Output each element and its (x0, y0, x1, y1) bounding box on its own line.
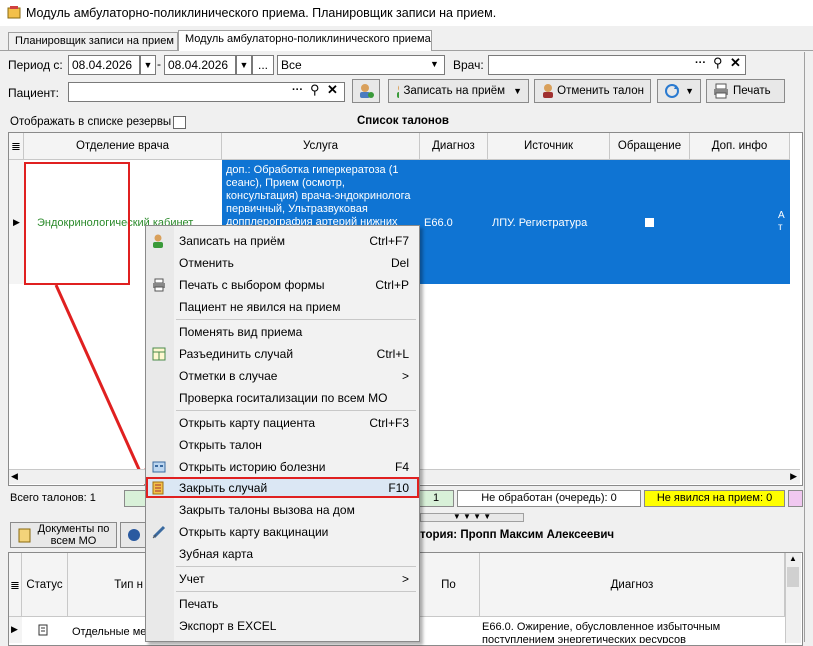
splitter-handle[interactable]: ▼ ▼ ▼ ▼ (420, 513, 524, 522)
menu-item-export-excel[interactable]: Экспорт в EXCEL (146, 615, 419, 637)
menu-label: Экспорт в EXCEL (179, 619, 277, 633)
menu-shortcut: F10 (388, 481, 409, 495)
menu-label: Отметки в случае (179, 369, 278, 383)
printer-icon (153, 278, 165, 292)
submenu-arrow-icon: > (401, 369, 409, 383)
total-tickets: Всего талонов: 1 (10, 492, 96, 504)
menu-label: Закрыть талоны вызова на дом (179, 503, 355, 517)
menu-label: Открыть карту вакцинации (179, 525, 329, 539)
menu-item-change-type[interactable]: Поменять вид приема (146, 321, 419, 343)
menu-item-no-show[interactable]: Пациент не явился на прием (146, 296, 419, 318)
menu-label: Учет (179, 572, 205, 586)
menu-label: Отменить (179, 256, 234, 270)
scroll-left-icon[interactable]: ◀ (11, 471, 18, 482)
menu-label: Открыть карту пациента (179, 416, 316, 430)
menu-label: Проверка госитализации по всем МО (179, 391, 388, 405)
history-row-pointer-icon: ▶ (11, 624, 18, 634)
scroll-thumb[interactable] (787, 567, 799, 587)
menu-item-open-patient-card[interactable]: Открыть карту пациента Ctrl+F3 (146, 412, 419, 434)
menu-label: Пациент не явился на прием (179, 300, 341, 314)
menu-label: Записать на приём (179, 234, 286, 248)
menu-label: Зубная карта (179, 547, 254, 561)
menu-separator (176, 591, 416, 592)
globe-icon (128, 529, 140, 541)
menu-separator (176, 566, 416, 567)
menu-item-case-marks[interactable]: Отметки в случае > (146, 365, 419, 387)
menu-shortcut: Ctrl+P (375, 278, 409, 292)
menu-item-open-history[interactable]: Открыть историю болезни F4 (146, 456, 419, 478)
menu-item-cancel[interactable]: Отменить Del (146, 252, 419, 274)
context-menu: Записать на приём Ctrl+F7 Отменить Del П… (145, 225, 420, 642)
menu-label: Разъединить случай (179, 347, 294, 361)
menu-item-close-home-visits[interactable]: Закрыть талоны вызова на дом (146, 499, 419, 521)
history-title: тория: Пропп Максим Алексеевич (420, 529, 615, 541)
menu-label: Печать с выбором формы (179, 278, 325, 292)
menu-item-hospitalization-check[interactable]: Проверка госитализации по всем МО (146, 387, 419, 409)
menu-label: Закрыть случай (179, 481, 268, 495)
status-purple-cell (788, 490, 803, 507)
menu-item-accounting[interactable]: Учет > (146, 568, 419, 590)
menu-label: Поменять вид приема (179, 325, 303, 339)
status-count: 1 (418, 490, 454, 507)
scroll-right-icon[interactable]: ▶ (790, 471, 797, 482)
history-type-cell: Отдельные ме (72, 626, 147, 638)
menu-item-print[interactable]: Печать (146, 593, 419, 615)
submenu-arrow-icon: > (401, 572, 409, 586)
user-add-icon (153, 234, 163, 248)
menu-item-split-case[interactable]: Разъединить случай Ctrl+L (146, 343, 419, 365)
menu-item-vaccination-card[interactable]: Открыть карту вакцинации (146, 521, 419, 543)
history-row-indicator[interactable]: ▶ (9, 617, 22, 643)
documents-all-mo-label: Документы по всем МО (37, 523, 110, 547)
documents-icon (18, 528, 31, 543)
menu-shortcut: Del (390, 256, 409, 270)
menu-label: Открыть талон (179, 438, 262, 452)
bottom-tool-button[interactable] (120, 522, 148, 548)
document-icon (38, 624, 48, 636)
menu-label: Открыть историю болезни (179, 460, 326, 474)
col-to[interactable]: По (418, 553, 480, 617)
history-diagnosis-cell: E66.0. Ожирение, обусловленное избыточны… (482, 621, 721, 643)
menu-item-print-form[interactable]: Печать с выбором формы Ctrl+P (146, 274, 419, 296)
scroll-up-icon[interactable]: ▲ (789, 554, 797, 563)
menu-label: Печать (179, 597, 219, 611)
documents-all-mo-button[interactable]: Документы по всем МО (10, 522, 117, 548)
menu-shortcut: F4 (394, 460, 409, 474)
menu-item-record[interactable]: Записать на приём Ctrl+F7 (146, 230, 419, 252)
history-status-cell (22, 617, 68, 643)
col-diagnosis-bottom[interactable]: Диагноз (480, 553, 785, 617)
menu-shortcut: Ctrl+F3 (369, 416, 409, 430)
status-no-show: Не явился на прием: 0 (644, 490, 785, 507)
close-case-icon (152, 481, 164, 495)
menu-item-close-case[interactable]: Закрыть случай F10 (146, 477, 419, 498)
history-icon (152, 461, 166, 473)
status-unprocessed: Не обработан (очередь): 0 (457, 490, 641, 507)
menu-item-dental-card[interactable]: Зубная карта (146, 543, 419, 565)
table-split-icon (152, 347, 166, 361)
history-selector-header: ≣ (9, 553, 22, 617)
menu-separator (176, 410, 416, 411)
history-vertical-scrollbar[interactable]: ▲ (785, 553, 801, 643)
menu-item-open-ticket[interactable]: Открыть талон (146, 434, 419, 456)
syringe-icon (152, 525, 166, 539)
status-green-cell (124, 490, 146, 507)
menu-shortcut: Ctrl+F7 (369, 234, 409, 248)
menu-separator (176, 319, 416, 320)
col-status[interactable]: Статус (22, 553, 68, 617)
menu-shortcut: Ctrl+L (376, 347, 409, 361)
col-type[interactable]: Тип н (68, 553, 148, 617)
